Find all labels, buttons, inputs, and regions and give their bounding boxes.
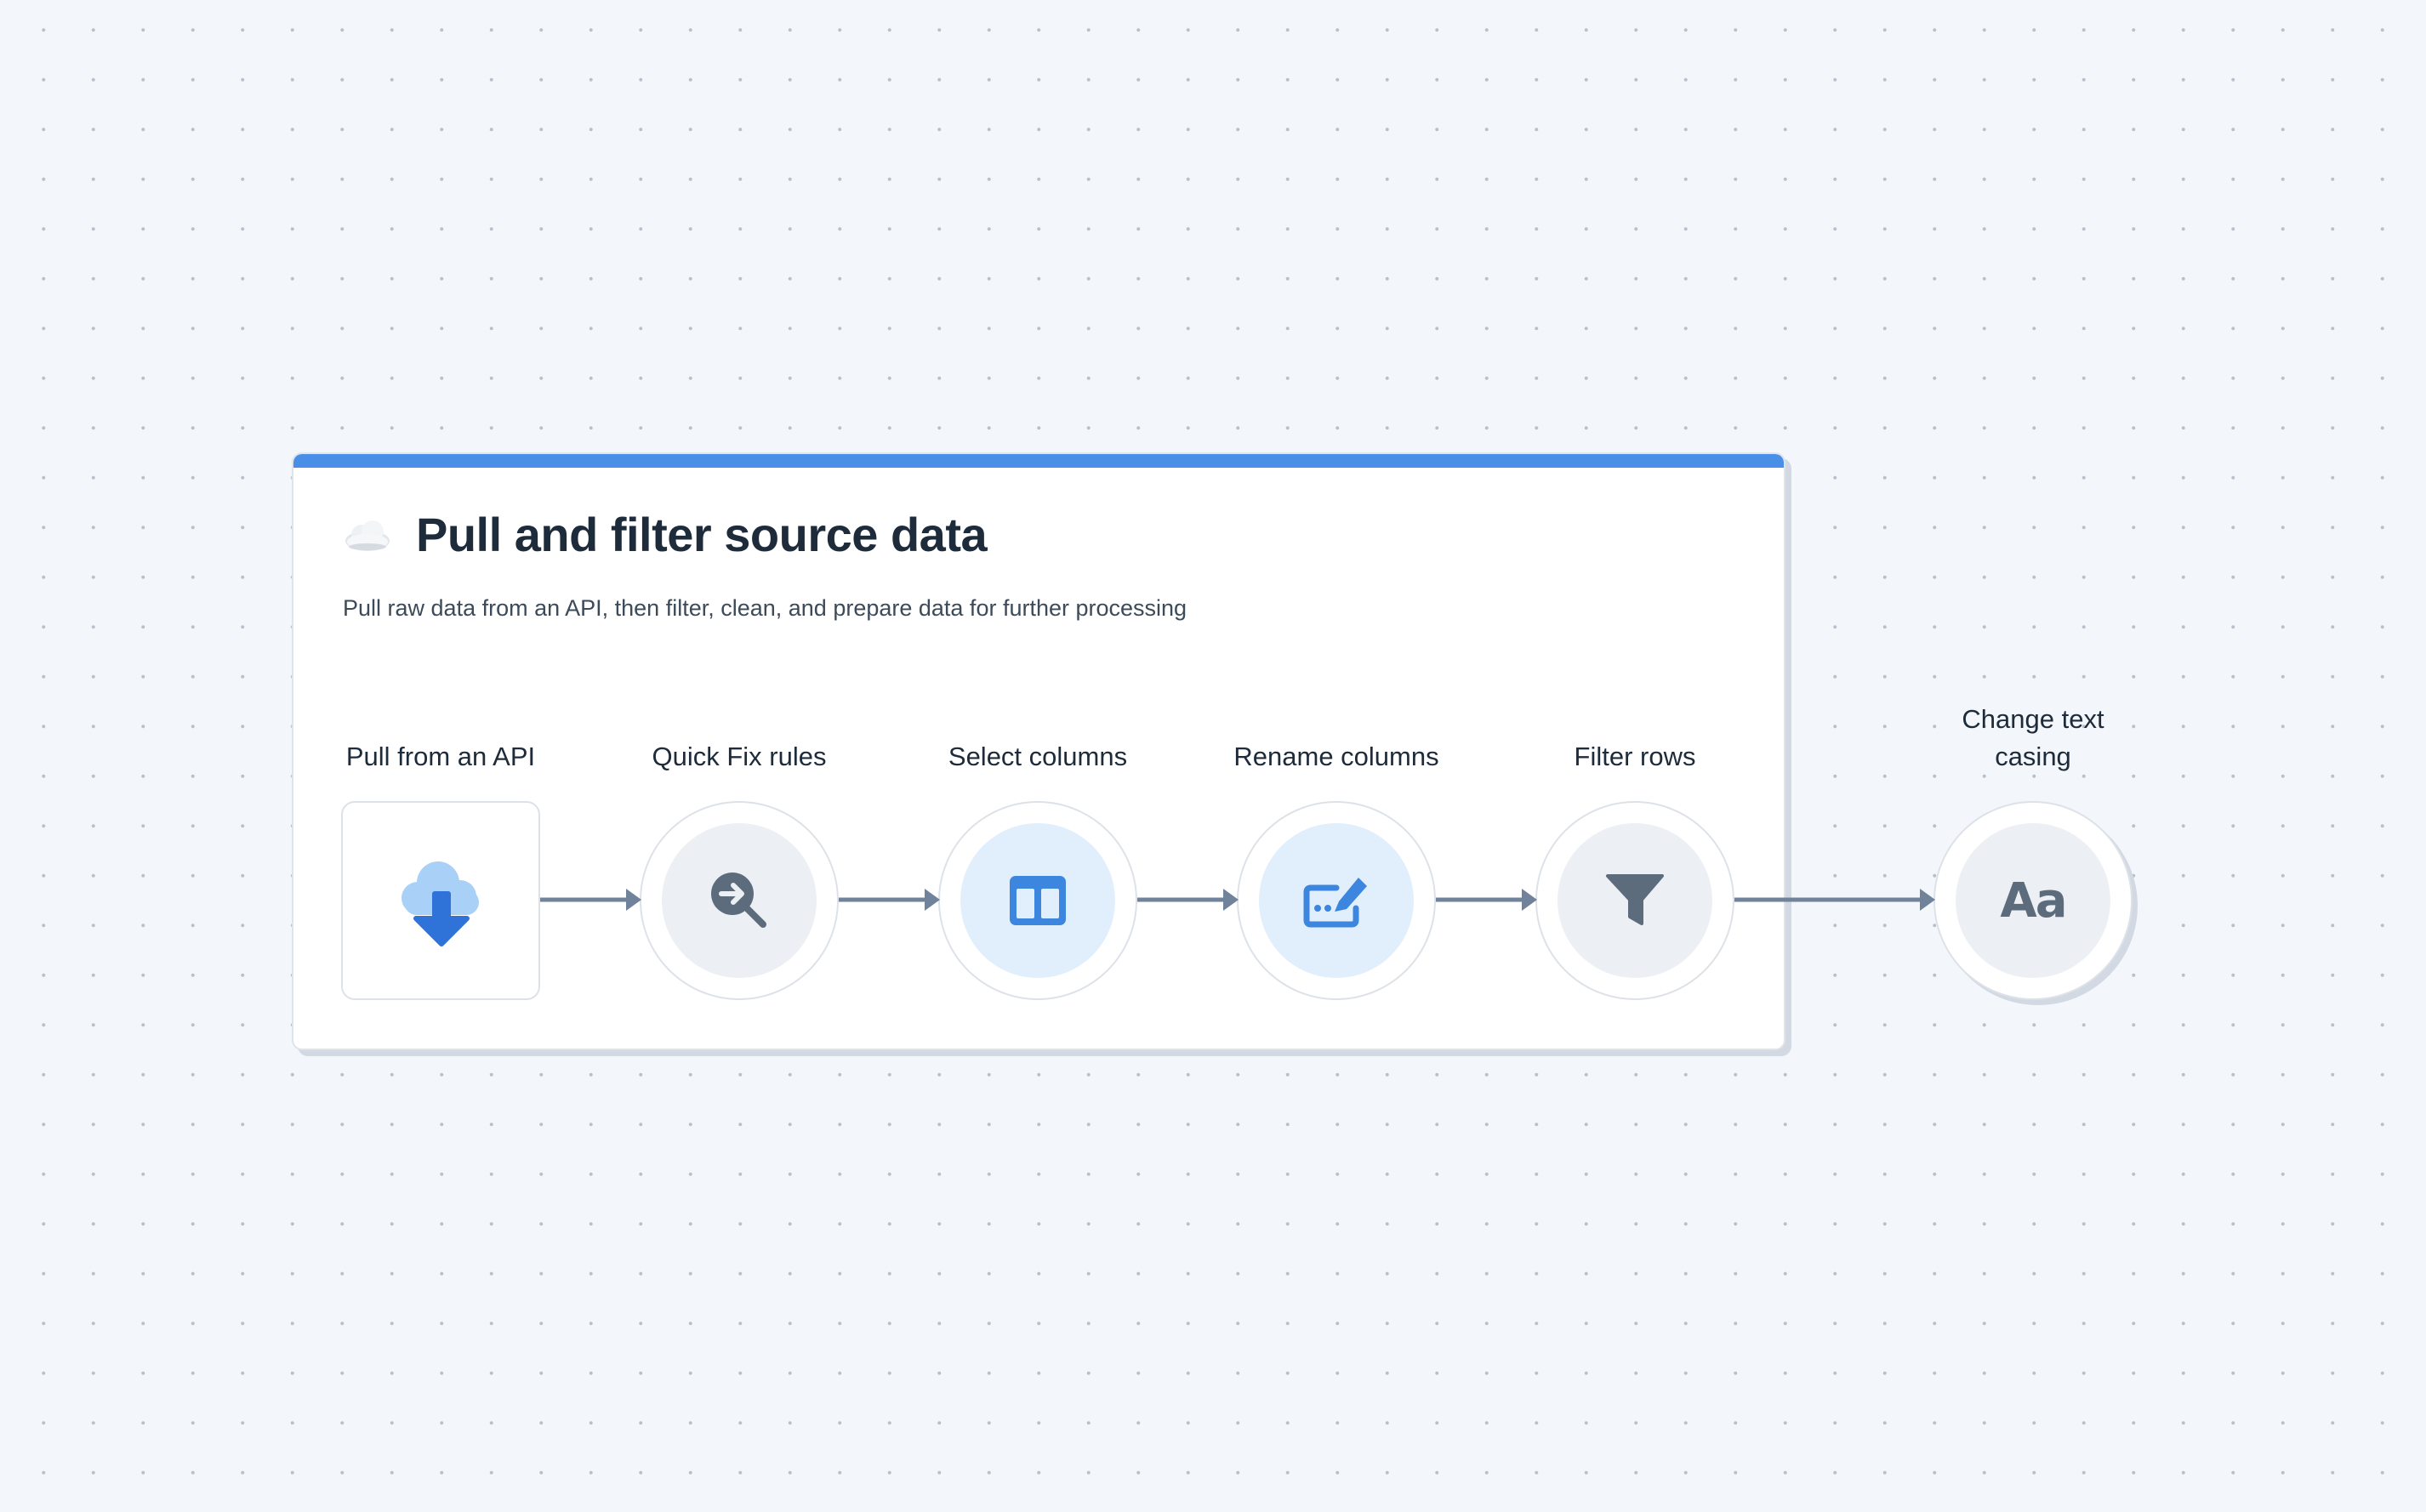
connector-arrow	[839, 889, 940, 911]
pipeline-canvas: Pull and filter source data Pull raw dat…	[0, 0, 2426, 1512]
connector-arrow	[1137, 889, 1239, 911]
connector-arrow	[1734, 889, 1935, 911]
connector-arrow	[1436, 889, 1537, 911]
connectors-layer	[540, 889, 1935, 911]
connector-arrow	[540, 889, 641, 911]
